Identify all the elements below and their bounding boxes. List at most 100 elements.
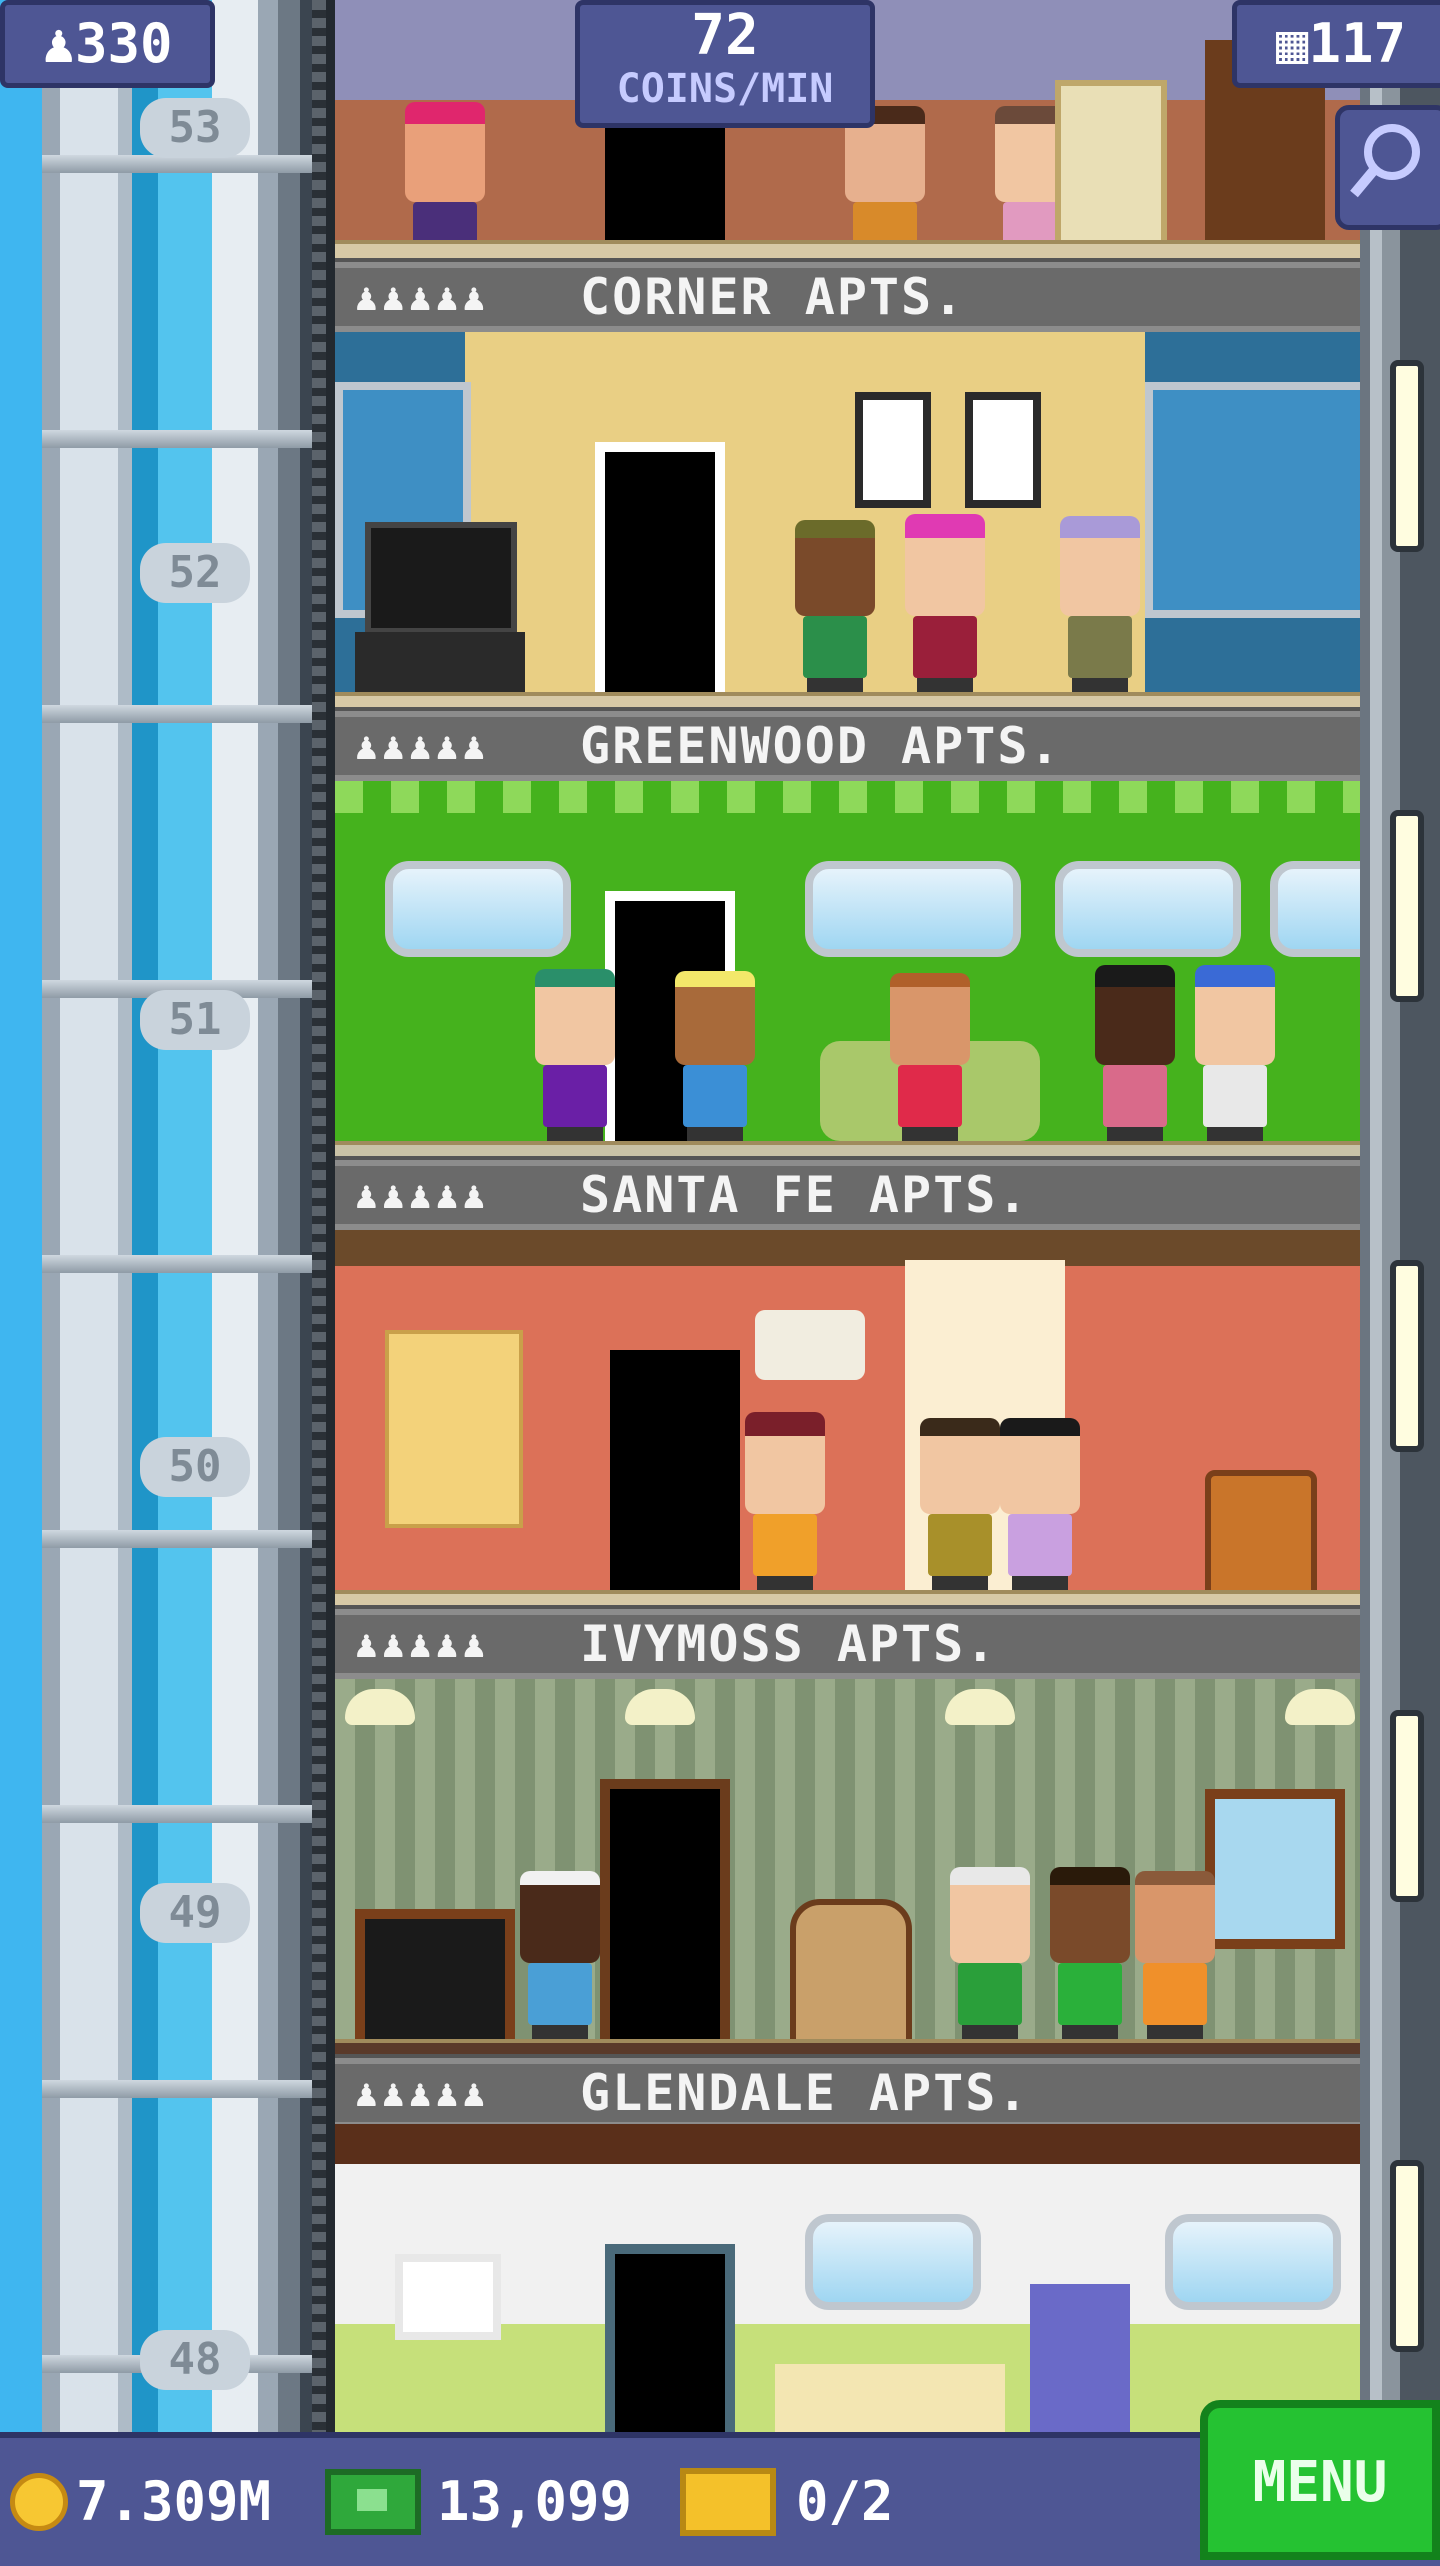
resident[interactable] xyxy=(745,1412,825,1594)
resident[interactable] xyxy=(1095,965,1175,1145)
resident-slots-icon: ♟♟♟♟♟ xyxy=(355,2071,490,2115)
floor-count-value: 117 xyxy=(1308,12,1407,75)
floor-name: SANTA FE APTS. xyxy=(580,1166,1030,1224)
resident[interactable] xyxy=(920,1418,1000,1594)
exterior-window xyxy=(1390,2160,1424,2352)
window xyxy=(385,861,571,957)
resident[interactable] xyxy=(795,520,875,696)
vip-ticket-display[interactable]: 0/2 xyxy=(680,2438,894,2566)
floor-baseboard xyxy=(335,240,1360,260)
elevator-rail xyxy=(312,0,326,2560)
population-value: 330 xyxy=(74,12,173,75)
resident-slots-icon: ♟♟♟♟♟ xyxy=(355,724,490,768)
wall-rug xyxy=(385,1330,523,1528)
chair xyxy=(1205,1470,1317,1610)
wall-trim xyxy=(335,781,1360,813)
room-door xyxy=(600,1779,730,2049)
resident[interactable] xyxy=(950,1867,1030,2043)
floor-sign[interactable]: ♟♟♟♟♟ CORNER APTS. xyxy=(335,258,1360,332)
exterior-window xyxy=(1390,360,1424,552)
shaft-divider xyxy=(42,1255,318,1273)
shaft-divider xyxy=(42,430,318,448)
room-door xyxy=(610,1350,740,1600)
elevator-floor-number: 52 xyxy=(140,543,250,603)
bux-value: 13,099 xyxy=(437,2470,633,2533)
ceiling-lamp xyxy=(945,1689,1015,1725)
jukebox xyxy=(790,1899,912,2059)
coins-display[interactable]: 7.309M xyxy=(10,2438,271,2566)
floor-sign[interactable]: ♟♟♟♟♟ IVYMOSS APTS. xyxy=(335,1605,1360,1679)
floor-counter[interactable]: ▦117 xyxy=(1232,0,1440,88)
resident-slots-icon: ♟♟♟♟♟ xyxy=(355,1173,490,1217)
population-counter[interactable]: ♟330 xyxy=(0,0,215,88)
floor-name: CORNER APTS. xyxy=(580,268,966,326)
ceiling-lamp xyxy=(1285,1689,1355,1725)
ceiling-lamp xyxy=(345,1689,415,1725)
floor-50-room[interactable] xyxy=(335,1230,1360,1610)
elevator-floor-number: 51 xyxy=(140,990,250,1050)
resident-slots-icon: ♟♟♟♟♟ xyxy=(355,275,490,319)
resident[interactable] xyxy=(1060,516,1140,696)
resident[interactable] xyxy=(535,969,615,1145)
window xyxy=(1165,2214,1341,2310)
floor-49-room[interactable] xyxy=(335,1679,1360,2059)
coins-per-min-value: 72 xyxy=(691,3,759,68)
ceiling-beam xyxy=(335,1230,1360,1266)
ticket-icon xyxy=(680,2468,776,2536)
room-door xyxy=(605,2244,735,2434)
window xyxy=(805,861,1021,957)
resident[interactable] xyxy=(520,1871,600,2043)
resident[interactable] xyxy=(1050,1867,1130,2043)
exterior-window xyxy=(1390,1710,1424,1902)
kitchen-counter xyxy=(775,2364,1005,2434)
resident[interactable] xyxy=(905,514,985,696)
resident[interactable] xyxy=(890,973,970,1145)
window xyxy=(805,2214,981,2310)
coins-per-min-label: COINS/MIN xyxy=(616,66,834,112)
picture-frame xyxy=(395,2254,501,2340)
elevator-floor-number: 53 xyxy=(140,98,250,158)
floor-name: IVYMOSS APTS. xyxy=(580,1615,998,1673)
resident-slots-icon: ♟♟♟♟♟ xyxy=(355,1622,490,1666)
coin-icon xyxy=(10,2473,68,2531)
floor-name: GREENWOOD APTS. xyxy=(580,717,1062,775)
search-button[interactable] xyxy=(1335,105,1440,230)
floor-52-room[interactable] xyxy=(335,332,1360,712)
exterior-window xyxy=(1390,1260,1424,1452)
elevator-floor-number: 50 xyxy=(140,1437,250,1497)
refrigerator xyxy=(1030,2284,1130,2434)
window xyxy=(1055,861,1241,957)
resident[interactable] xyxy=(1195,965,1275,1145)
resident[interactable] xyxy=(1000,1418,1080,1594)
coins-value: 7.309M xyxy=(76,2470,272,2533)
floor-sign[interactable]: ♟♟♟♟♟ GREENWOOD APTS. xyxy=(335,707,1360,781)
bux-icon xyxy=(325,2469,421,2535)
shaft-divider xyxy=(42,2080,318,2098)
resident[interactable] xyxy=(405,102,485,244)
floor-51-room[interactable] xyxy=(335,781,1360,1161)
television xyxy=(365,522,517,634)
television xyxy=(355,1909,515,2049)
floor-sign[interactable]: ♟♟♟♟♟ SANTA FE APTS. xyxy=(335,1156,1360,1230)
menu-button[interactable]: MENU xyxy=(1200,2400,1440,2560)
shaft-divider xyxy=(42,1805,318,1823)
floor-sign[interactable]: ♟♟♟♟♟ GLENDALE APTS. xyxy=(335,2054,1360,2128)
picture-frame xyxy=(855,392,931,508)
vip-ticket-value: 0/2 xyxy=(796,2470,894,2533)
search-icon xyxy=(1350,124,1420,198)
resident[interactable] xyxy=(675,971,755,1145)
elevator-shaft[interactable]: 53 52 51 50 49 48 xyxy=(0,0,335,2560)
floor-name: GLENDALE APTS. xyxy=(580,2064,1030,2122)
bux-display[interactable]: 13,099 xyxy=(325,2438,632,2566)
resident[interactable] xyxy=(1135,1871,1215,2043)
elevator-floor-number: 49 xyxy=(140,1883,250,1943)
floor-48-room[interactable] xyxy=(335,2124,1360,2434)
window xyxy=(1145,382,1360,618)
shaft-divider xyxy=(42,705,318,723)
window xyxy=(1270,861,1360,957)
coins-per-min-panel: 72 COINS/MIN xyxy=(575,0,875,128)
window xyxy=(1205,1789,1345,1949)
cow-skull xyxy=(755,1310,865,1380)
elevator-floor-number: 48 xyxy=(140,2330,250,2390)
retro-computer xyxy=(1055,80,1167,252)
